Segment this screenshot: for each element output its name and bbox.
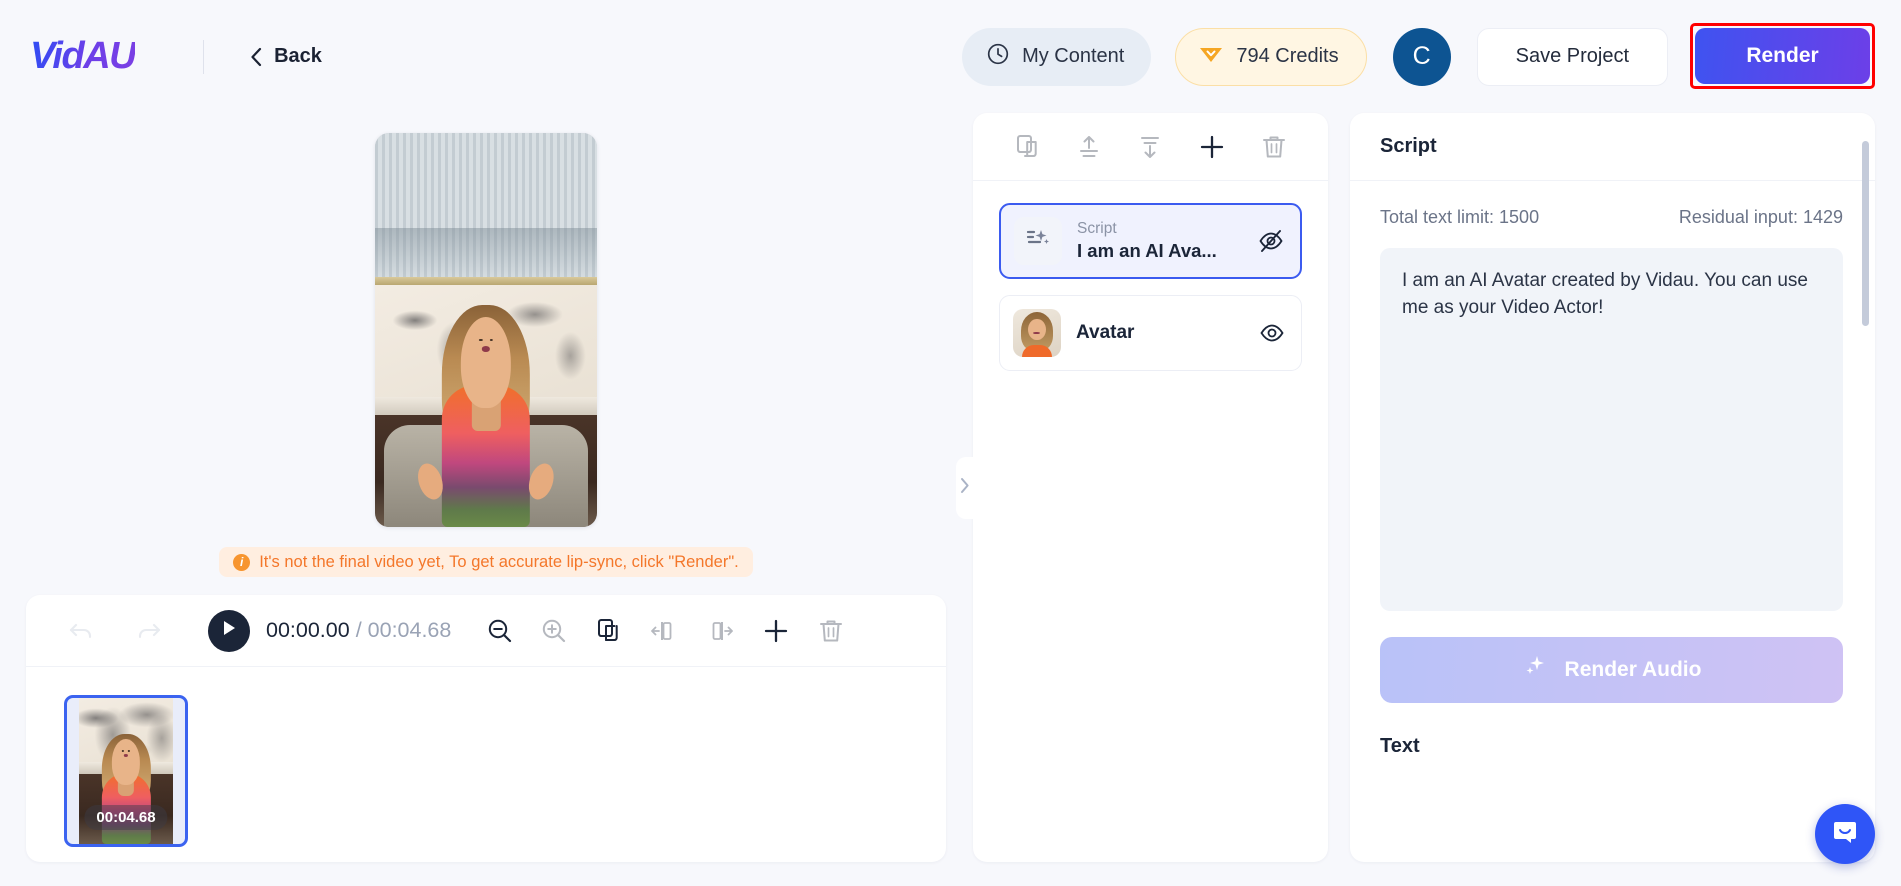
zoom-out-icon[interactable]	[485, 616, 515, 646]
move-up-icon[interactable]	[1075, 133, 1103, 161]
delete-layer-icon[interactable]	[1260, 133, 1288, 161]
save-project-label: Save Project	[1515, 45, 1629, 67]
layers-toolbar	[973, 113, 1328, 181]
zoom-in-icon[interactable]	[539, 616, 569, 646]
total-time: 00:04.68	[367, 618, 452, 642]
render-highlight-box: Render	[1690, 22, 1875, 89]
clip-eye-left	[122, 750, 125, 752]
script-layer-text: Script I am an AI Ava...	[1077, 219, 1258, 262]
current-time: 00:00.00	[266, 618, 350, 642]
preview-eye-left	[478, 338, 483, 342]
time-separator: /	[355, 618, 362, 642]
chevron-left-icon	[250, 47, 262, 67]
avatar-thumb-face	[1028, 318, 1046, 340]
properties-panel: Script Total text limit: 1500 Residual i…	[1350, 113, 1875, 862]
play-icon	[221, 619, 237, 642]
clip-eye-right	[127, 750, 130, 752]
duplicate-layer-icon[interactable]	[1014, 133, 1042, 161]
undo-icon[interactable]	[66, 616, 96, 646]
back-button[interactable]: Back	[250, 45, 322, 68]
diamond-icon	[1198, 43, 1224, 71]
script-layer-title: I am an AI Ava...	[1077, 239, 1217, 261]
split-right-icon[interactable]	[705, 617, 735, 645]
text-section-title: Text	[1380, 735, 1420, 757]
script-layer-sublabel: Script	[1077, 220, 1117, 238]
vidau-logo[interactable]: VidAU	[28, 35, 137, 78]
back-label: Back	[274, 45, 322, 67]
eye-icon[interactable]	[1259, 320, 1285, 346]
main-area: i It's not the final video yet, To get a…	[0, 113, 1901, 886]
redo-icon[interactable]	[134, 616, 164, 646]
avatar-layer-title: Avatar	[1076, 322, 1135, 343]
preview-avatar-person	[414, 298, 558, 527]
script-sparkle-icon	[1024, 225, 1052, 258]
render-audio-button[interactable]: Render Audio	[1380, 637, 1843, 703]
preview-eye-right	[489, 338, 493, 342]
my-content-label: My Content	[1022, 45, 1125, 67]
lipsync-notice: i It's not the final video yet, To get a…	[219, 547, 753, 577]
video-preview-area: i It's not the final video yet, To get a…	[26, 113, 946, 577]
my-content-button[interactable]: My Content	[962, 27, 1152, 86]
lipsync-notice-text: It's not the final video yet, To get acc…	[259, 552, 739, 571]
delete-icon[interactable]	[817, 617, 845, 645]
residual-input: Residual input: 1429	[1678, 207, 1843, 227]
layer-item-script[interactable]: Script I am an AI Ava...	[999, 203, 1302, 279]
avatar-initial: C	[1412, 42, 1431, 70]
duplicate-icon[interactable]	[595, 617, 623, 645]
preview-mouth	[481, 346, 490, 352]
properties-panel-title: Script	[1350, 113, 1875, 181]
video-preview[interactable]	[375, 133, 597, 527]
panel-collapse-handle[interactable]	[956, 456, 973, 519]
preview-head	[460, 316, 512, 409]
credits-label: 794 Credits	[1236, 45, 1339, 67]
split-left-icon[interactable]	[649, 617, 679, 645]
chat-bubble-icon	[1830, 817, 1860, 852]
timeline-track[interactable]: 00:04.68	[26, 667, 946, 862]
layers-list: Script I am an AI Ava... Avatar	[973, 181, 1328, 371]
play-button[interactable]	[208, 609, 250, 652]
editor-left-column: i It's not the final video yet, To get a…	[26, 113, 946, 862]
avatar-layer-text: Avatar	[1076, 322, 1259, 344]
sparkle-icon	[1522, 653, 1550, 687]
add-layer-icon[interactable]	[1197, 132, 1227, 162]
header-divider	[203, 39, 205, 74]
preview-cabinet-shadow	[375, 227, 597, 279]
script-input[interactable]: I am an AI Avatar created by Vidau. You …	[1380, 248, 1843, 611]
script-limits: Total text limit: 1500 Residual input: 1…	[1380, 207, 1843, 228]
avatar-layer-thumb	[1013, 309, 1061, 357]
timeline-clip[interactable]: 00:04.68	[64, 695, 188, 847]
credits-button[interactable]: 794 Credits	[1175, 27, 1367, 86]
timeline-card: 00:00.00 / 00:04.68 00:04.68	[26, 595, 946, 862]
move-down-icon[interactable]	[1136, 133, 1164, 161]
properties-scrollbar[interactable]	[1862, 141, 1869, 326]
script-layer-thumb	[1014, 217, 1062, 265]
layers-panel: Script I am an AI Ava... Avatar	[956, 113, 1328, 862]
render-label: Render	[1746, 43, 1819, 67]
time-display: 00:00.00 / 00:04.68	[266, 618, 451, 643]
app-header: VidAU Back My Content 794 Credits C Save…	[0, 0, 1901, 113]
render-audio-label: Render Audio	[1564, 658, 1702, 681]
info-icon: i	[233, 553, 251, 571]
player-toolbar: 00:00.00 / 00:04.68	[26, 595, 946, 667]
clip-head	[112, 739, 140, 785]
header-actions: My Content 794 Credits C Save Project Re…	[962, 22, 1875, 90]
total-text-limit: Total text limit: 1500	[1380, 207, 1540, 227]
layer-item-avatar[interactable]: Avatar	[999, 295, 1302, 371]
user-avatar[interactable]: C	[1392, 27, 1451, 86]
save-project-button[interactable]: Save Project	[1476, 27, 1668, 86]
clip-mouth	[123, 753, 129, 757]
render-button[interactable]: Render	[1695, 27, 1870, 84]
script-editor-section: Total text limit: 1500 Residual input: 1…	[1350, 181, 1875, 862]
chevron-right-icon	[960, 477, 970, 499]
chat-support-button[interactable]	[1815, 804, 1875, 864]
clip-duration-badge: 00:04.68	[84, 805, 168, 830]
clock-icon	[986, 42, 1010, 72]
eye-off-icon[interactable]	[1258, 228, 1284, 254]
add-icon[interactable]	[761, 616, 791, 646]
